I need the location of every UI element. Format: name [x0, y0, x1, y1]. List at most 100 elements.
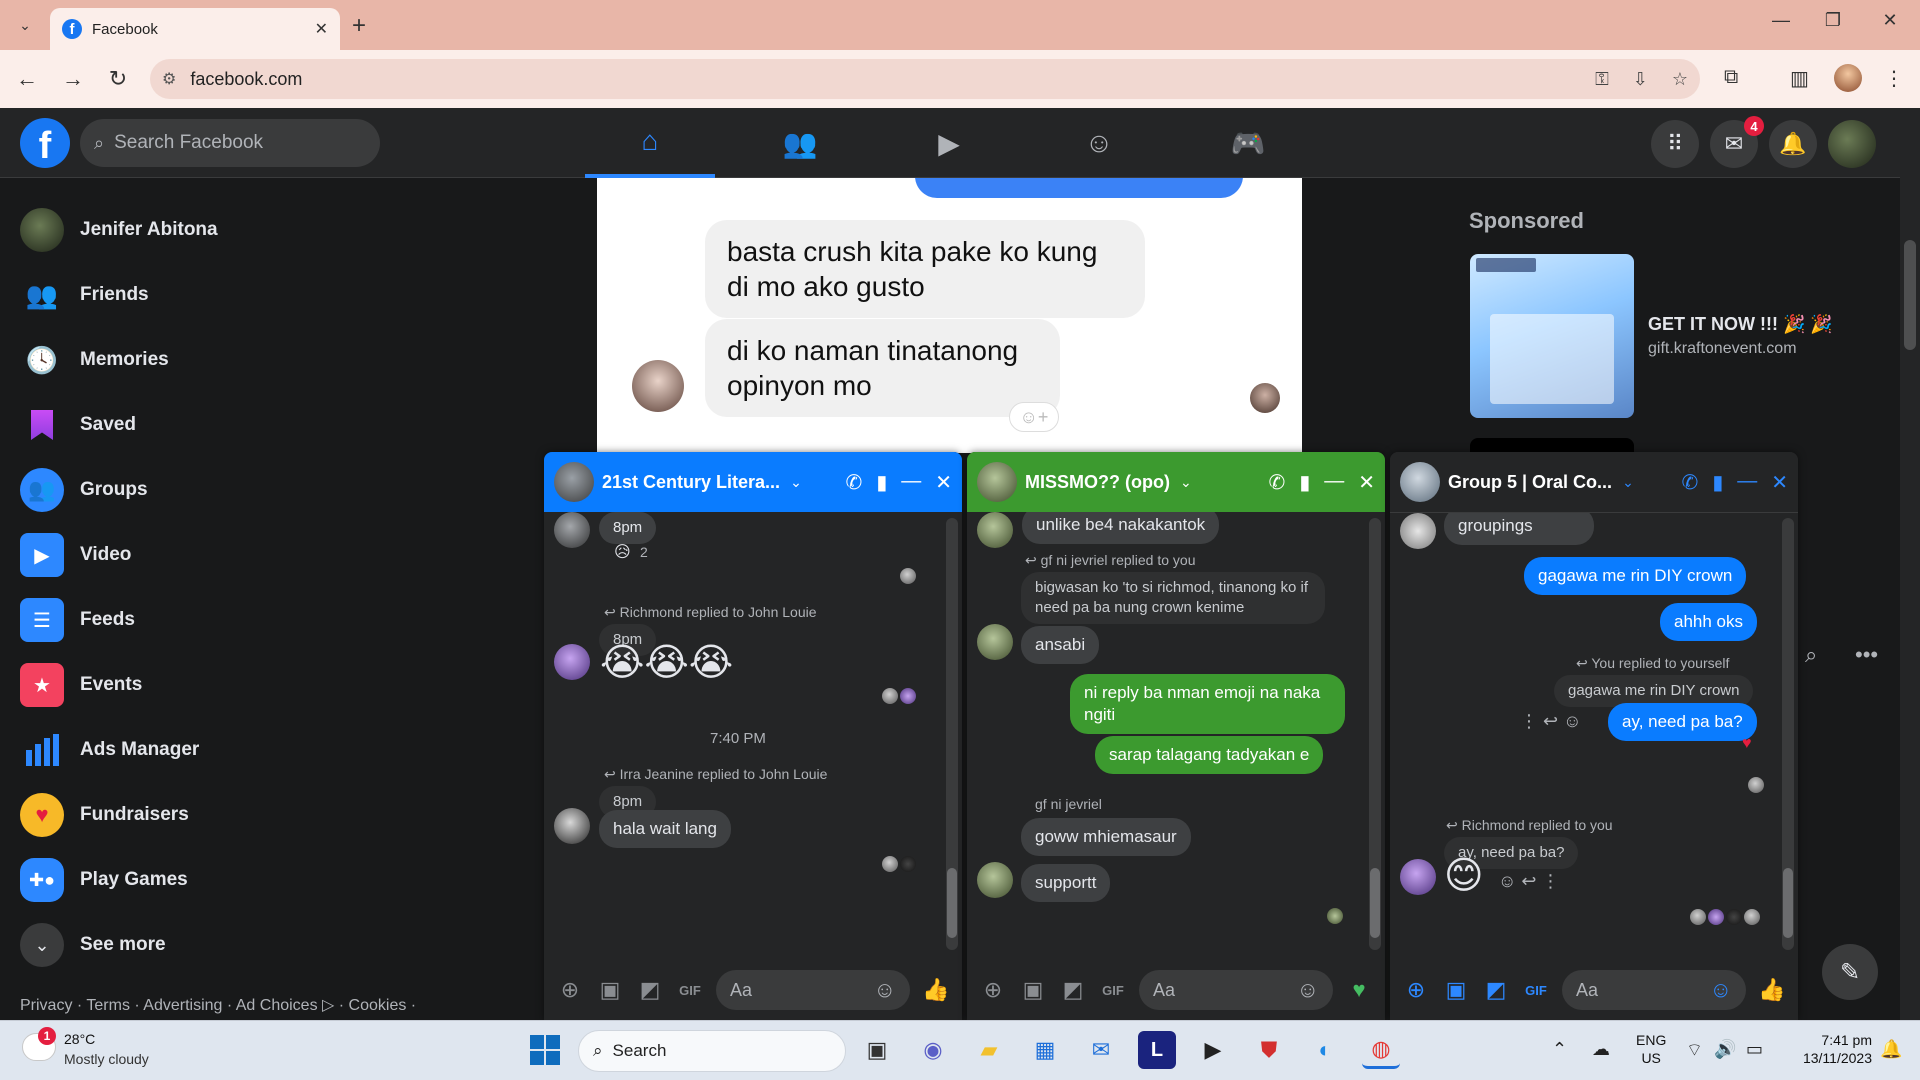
photo-icon[interactable]: ▣	[1019, 977, 1047, 1003]
chat-body[interactable]: 8pm 😥 2 ↩ Richmond replied to John Louie…	[544, 512, 962, 960]
forward-button[interactable]: →	[58, 66, 88, 92]
chat-header[interactable]: Group 5 | Oral Co... ⌄ ✆ ▮ — ✕	[1390, 452, 1798, 512]
notifications-button[interactable]: 🔔	[1769, 120, 1817, 168]
emoji-icon[interactable]: ☺	[1710, 977, 1732, 1003]
sidebar-item-groups[interactable]: 👥 Groups	[20, 464, 148, 516]
gif-icon[interactable]: GIF	[1522, 983, 1550, 998]
scrollbar-thumb[interactable]	[1904, 240, 1916, 350]
minimize-icon[interactable]: —	[901, 470, 921, 495]
post-image[interactable]: basta crush kita pake ko kung di mo ako …	[597, 178, 1302, 453]
phone-icon[interactable]: ✆	[845, 470, 862, 495]
account-avatar[interactable]	[1828, 120, 1876, 168]
chat-header[interactable]: MISSMO?? (opo) ⌄ ✆ ▮ — ✕	[967, 452, 1385, 512]
extensions-icon[interactable]: ⧉	[1724, 66, 1738, 89]
weather-desc[interactable]: Mostly cloudy	[64, 1051, 149, 1067]
sticker-icon[interactable]: ◩	[1482, 977, 1510, 1003]
tab-groups[interactable]: ☺	[1034, 108, 1164, 178]
language-indicator[interactable]: ENG US	[1636, 1031, 1666, 1067]
chrome-icon[interactable]: ◍	[1362, 1031, 1400, 1069]
ad-image[interactable]	[1470, 254, 1634, 418]
chevron-up-icon[interactable]: ⌃	[1552, 1039, 1567, 1060]
sidebar-item-feeds[interactable]: ☰ Feeds	[20, 594, 135, 646]
sidebar-item-events[interactable]: ★ Events	[20, 659, 142, 711]
l-app-icon[interactable]: L	[1138, 1031, 1176, 1069]
minimize-icon[interactable]: —	[1324, 470, 1344, 495]
start-button[interactable]	[530, 1035, 560, 1065]
close-icon[interactable]: ✕	[935, 470, 952, 495]
sidebar-item-profile[interactable]: Jenifer Abitona	[20, 204, 218, 256]
onedrive-icon[interactable]: ☁	[1592, 1039, 1610, 1060]
sidebar-item-play-games[interactable]: ✚● Play Games	[20, 854, 188, 906]
more-options-icon[interactable]: •••	[1855, 642, 1878, 668]
close-icon[interactable]: ✕	[1771, 470, 1788, 495]
task-view-icon[interactable]: ▣	[858, 1031, 896, 1069]
sidebar-item-saved[interactable]: Saved	[20, 399, 136, 451]
chat-scrollbar[interactable]	[1369, 518, 1381, 950]
mail-icon[interactable]: ✉	[1082, 1031, 1120, 1069]
minimize-icon[interactable]: —	[1737, 470, 1757, 495]
thumbs-up-icon[interactable]: 👍	[1758, 977, 1786, 1003]
gif-icon[interactable]: GIF	[1099, 983, 1127, 998]
video-call-icon[interactable]: ▮	[1712, 470, 1723, 495]
photo-icon[interactable]: ▣	[1442, 977, 1470, 1003]
sticker-icon[interactable]: ◩	[636, 977, 664, 1003]
tab-search-button[interactable]: ⌄	[10, 12, 40, 38]
store-icon[interactable]: ▦	[1026, 1031, 1064, 1069]
emoji-icon[interactable]: ☺	[874, 977, 896, 1003]
chat-scrollbar-thumb[interactable]	[947, 868, 957, 938]
browser-menu-icon[interactable]: ⋮	[1884, 66, 1904, 91]
close-window-button[interactable]: ✕	[1875, 10, 1905, 31]
new-tab-button[interactable]: +	[352, 12, 366, 40]
file-explorer-icon[interactable]: ▰	[970, 1031, 1008, 1069]
sidebar-item-fundraisers[interactable]: ♥ Fundraisers	[20, 789, 189, 841]
thumbs-up-icon[interactable]: 👍	[922, 977, 950, 1003]
close-tab-icon[interactable]: ✕	[315, 19, 328, 39]
browser-profile-avatar[interactable]	[1834, 64, 1862, 92]
install-app-icon[interactable]: ⇩	[1633, 69, 1648, 90]
chat-body[interactable]: groupings gagawa me rin DIY crown ahhh o…	[1390, 512, 1798, 960]
footer-links[interactable]: Privacy · Terms · Advertising · Ad Choic…	[20, 995, 416, 1015]
tab-friends[interactable]: 👥	[735, 108, 865, 178]
media-player-icon[interactable]: ▶	[1194, 1031, 1232, 1069]
password-key-icon[interactable]: ⚿	[1595, 69, 1609, 90]
ad-image-2[interactable]	[1470, 438, 1634, 452]
facebook-logo-icon[interactable]: f	[20, 118, 70, 168]
message-actions-icon[interactable]: ⋮ ↩ ☺	[1520, 711, 1581, 732]
message-input-box[interactable]: ☺	[716, 970, 910, 1010]
chat-scrollbar[interactable]	[946, 518, 958, 950]
weather-temp[interactable]: 28°C	[64, 1031, 95, 1047]
message-actions-icon[interactable]: ☺ ↩ ⋮	[1498, 871, 1559, 892]
sticker-icon[interactable]: ◩	[1059, 977, 1087, 1003]
message-input[interactable]	[1153, 979, 1253, 1001]
shield-icon[interactable]: ⛊	[1250, 1031, 1288, 1069]
sidebar-item-friends[interactable]: 👥 Friends	[20, 269, 149, 321]
sidebar-item-see-more[interactable]: ⌄ See more	[20, 919, 166, 971]
message-input[interactable]	[1576, 979, 1676, 1001]
clock[interactable]: 7:41 pm 13/11/2023	[1782, 1031, 1872, 1067]
browser-tab[interactable]: f Facebook ✕	[50, 8, 340, 50]
site-info-icon[interactable]: ⚙	[162, 69, 176, 89]
chat-name[interactable]: MISSMO?? (opo)	[1025, 472, 1170, 493]
messenger-button[interactable]: ✉ 4	[1710, 116, 1764, 168]
video-call-icon[interactable]: ▮	[876, 470, 887, 495]
volume-icon[interactable]: 🔊	[1714, 1039, 1736, 1060]
message-input-box[interactable]: ☺	[1562, 970, 1746, 1010]
plus-icon[interactable]: ⊕	[556, 977, 584, 1003]
taskbar-search[interactable]: ⌕ Search	[578, 1030, 846, 1072]
close-icon[interactable]: ✕	[1358, 470, 1375, 495]
tab-home[interactable]: ⌂	[585, 108, 715, 178]
phone-icon[interactable]: ✆	[1268, 470, 1285, 495]
ad-title[interactable]: GET IT NOW !!! 🎉 🎉	[1648, 314, 1833, 335]
chat-scrollbar[interactable]	[1782, 518, 1794, 950]
chat-name[interactable]: 21st Century Litera...	[602, 472, 780, 493]
restore-window-button[interactable]: ❐	[1818, 10, 1848, 31]
photo-icon[interactable]: ▣	[596, 977, 624, 1003]
back-button[interactable]: ←	[12, 66, 42, 92]
bookmark-star-icon[interactable]: ☆	[1672, 69, 1688, 90]
address-bar[interactable]: ⚙ facebook.com ⚿ ⇩ ☆	[150, 59, 1700, 99]
tab-gaming[interactable]: 🎮	[1183, 108, 1313, 178]
search-input[interactable]	[114, 132, 355, 154]
page-scrollbar[interactable]	[1900, 108, 1920, 1020]
chevron-down-icon[interactable]: ⌄	[1180, 474, 1192, 491]
edge-icon[interactable]: ◐	[1306, 1031, 1344, 1069]
